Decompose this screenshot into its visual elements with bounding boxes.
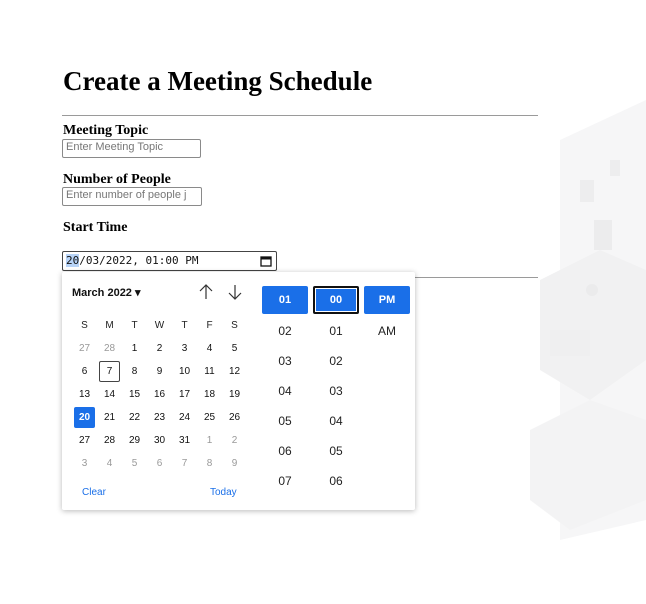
calendar-day[interactable]: 21 [97,407,122,428]
clear-button[interactable]: Clear [82,487,106,498]
calendar-day[interactable]: 3 [172,338,197,359]
calendar-icon[interactable] [260,255,272,267]
calendar-day[interactable]: 26 [222,407,247,428]
minute-option[interactable]: 06 [313,466,359,496]
calendar-day[interactable]: 9 [147,361,172,382]
minute-column: 00 01 02 03 04 05 06 [313,286,359,496]
datetime-picker-popup: March 2022 ▾ S M T W T F S 27 28 1 2 3 4 5 6 7 8 9 10 11 12 1… [62,272,415,510]
calendar-day[interactable]: 3 [72,453,97,474]
weekday-header: M [105,320,114,331]
calendar-day[interactable]: 6 [147,453,172,474]
arrow-up-icon[interactable] [197,282,215,302]
calendar-day[interactable]: 27 [72,338,97,359]
hour-option[interactable]: 04 [262,376,308,406]
calendar-day[interactable]: 9 [222,453,247,474]
weekday-header: T [181,320,188,331]
calendar-day[interactable]: 6 [72,361,97,382]
calendar-day[interactable]: 18 [197,384,222,405]
calendar-day[interactable]: 30 [147,430,172,451]
calendar-day[interactable]: 31 [172,430,197,451]
calendar-day[interactable]: 25 [197,407,222,428]
hour-option[interactable]: 07 [262,466,308,496]
ampm-column: PM AM [364,286,410,346]
hour-option[interactable]: 02 [262,316,308,346]
calendar-day[interactable]: 12 [222,361,247,382]
weekday-header: W [154,320,165,331]
day-segment[interactable]: 20 [66,254,80,267]
number-of-people-input[interactable]: Enter number of people j [62,187,202,206]
calendar-day[interactable]: 8 [122,361,147,382]
minute-option[interactable]: 03 [313,376,359,406]
hour-option[interactable]: 05 [262,406,308,436]
today-button[interactable]: Today [210,487,237,498]
minute-option[interactable]: 01 [313,316,359,346]
calendar-day[interactable]: 17 [172,384,197,405]
calendar-day[interactable]: 23 [147,407,172,428]
calendar-day[interactable]: 4 [97,453,122,474]
hour-option[interactable]: 03 [262,346,308,376]
calendar-day[interactable]: 5 [222,338,247,359]
arrow-down-icon[interactable] [226,282,244,302]
calendar-day[interactable]: 1 [197,430,222,451]
calendar-day[interactable]: 2 [222,430,247,451]
calendar-day[interactable]: 19 [222,384,247,405]
weekday-header: S [81,320,88,331]
minute-option[interactable]: 04 [313,406,359,436]
page-title: Create a Meeting Schedule [63,66,373,96]
calendar-day[interactable]: 28 [97,338,122,359]
weekday-header: S [231,320,238,331]
hour-column: 01 02 03 04 05 06 07 [262,286,308,496]
calendar-day[interactable]: 7 [172,453,197,474]
number-of-people-label: Number of People [63,172,171,187]
calendar-day[interactable]: 29 [122,430,147,451]
calendar-day[interactable]: 5 [122,453,147,474]
divider [62,115,538,116]
calendar-day[interactable]: 13 [72,384,97,405]
calendar-day[interactable]: 1 [122,338,147,359]
calendar-day[interactable]: 14 [97,384,122,405]
minute-option[interactable]: 05 [313,436,359,466]
weekday-header: F [206,320,213,331]
calendar-day[interactable]: 10 [172,361,197,382]
calendar-day[interactable]: 24 [172,407,197,428]
meeting-topic-input[interactable]: Enter Meeting Topic [62,139,201,158]
start-time-label: Start Time [63,220,128,235]
hour-option[interactable]: 06 [262,436,308,466]
calendar-day[interactable]: 8 [197,453,222,474]
hour-option[interactable]: 01 [262,286,308,314]
ampm-option[interactable]: AM [364,316,410,346]
calendar-day[interactable]: 28 [97,430,122,451]
calendar-day[interactable]: 22 [122,407,147,428]
calendar-day[interactable]: 16 [147,384,172,405]
month-year-dropdown[interactable]: March 2022 ▾ [72,286,141,299]
datetime-rest[interactable]: /03/2022, 01:00 PM [79,254,198,267]
ampm-option[interactable]: PM [364,286,410,314]
weekday-header: T [131,320,138,331]
meeting-topic-label: Meeting Topic [63,123,149,138]
start-time-input[interactable]: 20/03/2022, 01:00 PM [62,251,277,271]
calendar-day[interactable]: 2 [147,338,172,359]
calendar-day[interactable]: 27 [72,430,97,451]
calendar-day[interactable]: 15 [122,384,147,405]
minute-option[interactable]: 02 [313,346,359,376]
minute-option[interactable]: 00 [313,286,359,314]
calendar-day[interactable]: 4 [197,338,222,359]
calendar-day[interactable]: 11 [197,361,222,382]
background-illustration [530,100,646,540]
calendar-day[interactable]: 20 [74,407,95,428]
calendar-grid: S M T W T F S 27 28 1 2 3 4 5 6 7 8 9 10 11 12 13 14 15 16 17 18 19… [72,314,248,475]
calendar-day[interactable]: 7 [99,361,120,382]
